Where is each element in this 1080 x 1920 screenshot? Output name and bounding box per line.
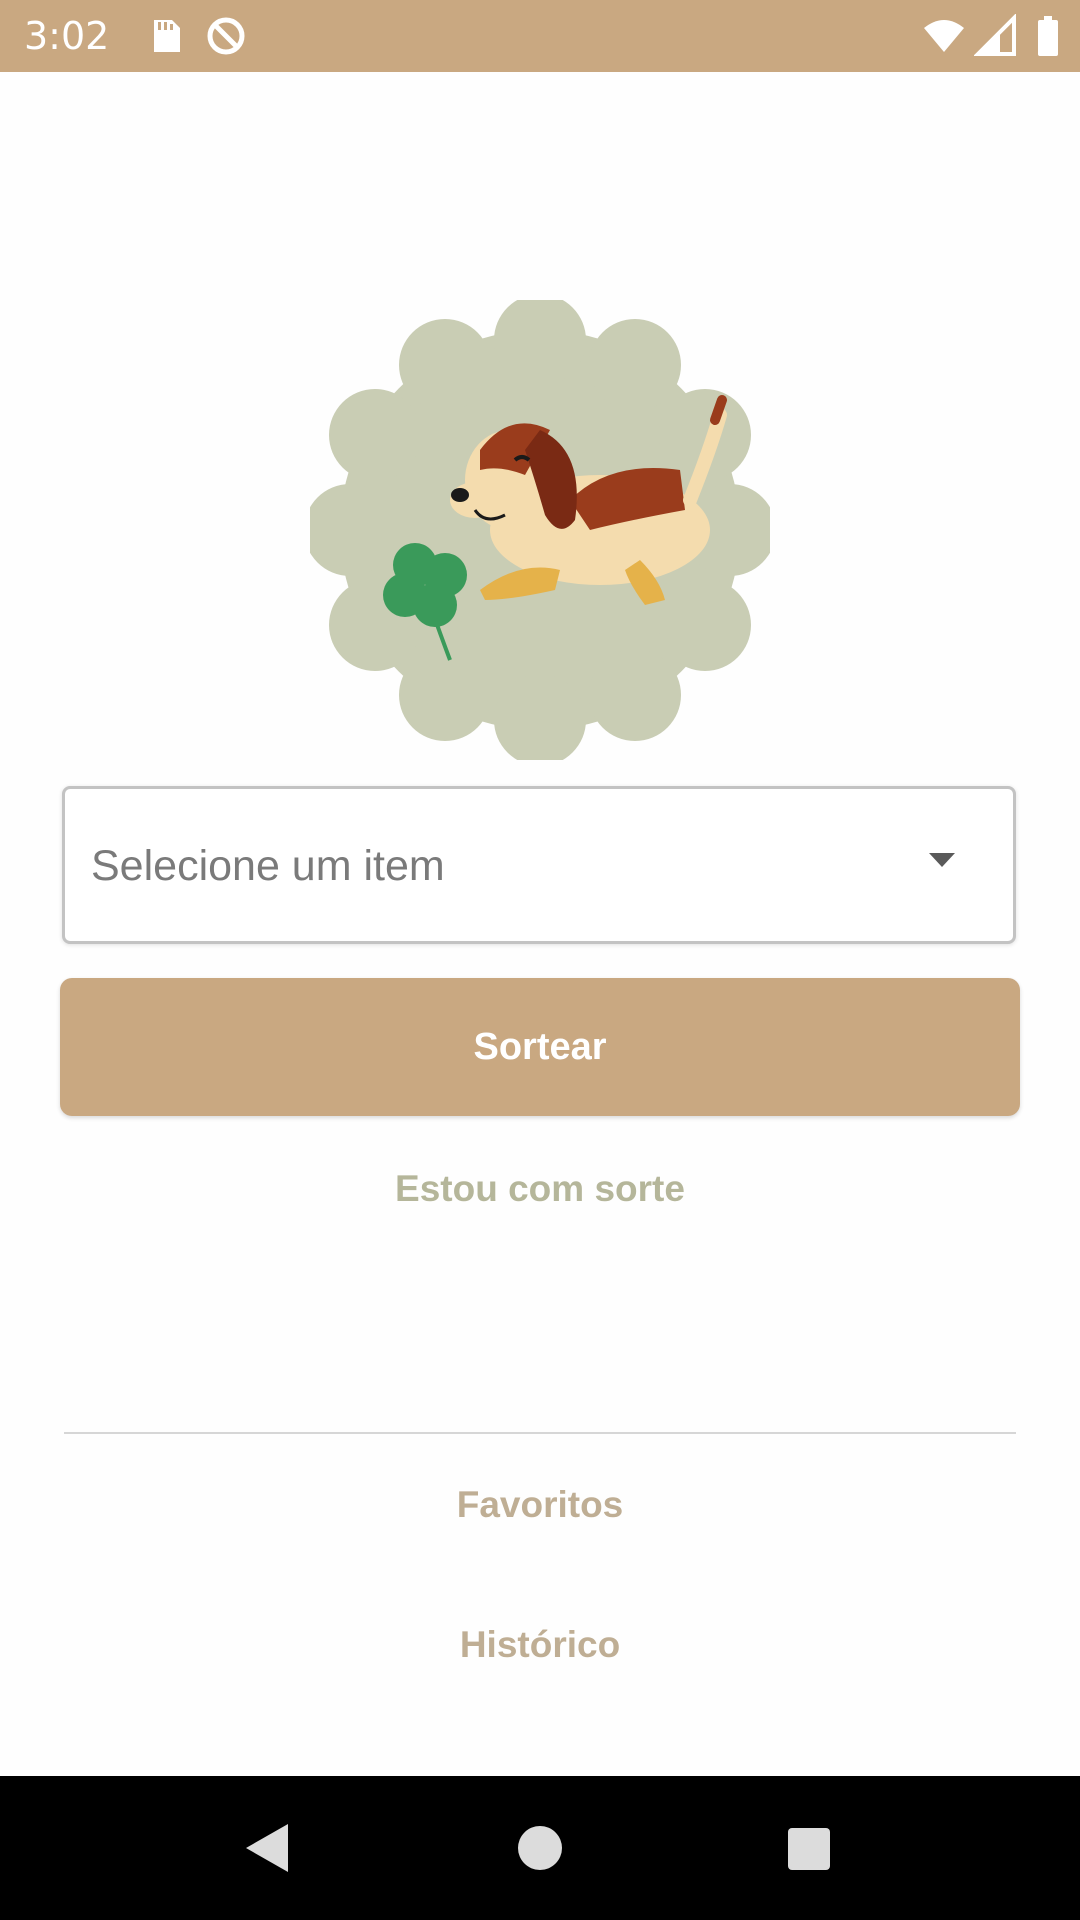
draw-button[interactable]: Sortear	[60, 978, 1020, 1116]
status-bar: 3:02	[0, 0, 1080, 72]
favorites-link[interactable]: Favoritos	[0, 1484, 1080, 1526]
draw-button-label: Sortear	[473, 1025, 607, 1068]
status-time: 3:02	[24, 14, 110, 58]
item-dropdown[interactable]: Selecione um item	[62, 786, 1016, 944]
divider	[64, 1432, 1016, 1434]
battery-icon	[1026, 14, 1070, 58]
navigation-bar	[0, 1776, 1080, 1920]
history-link[interactable]: Histórico	[0, 1624, 1080, 1666]
sd-card-icon	[144, 14, 188, 58]
recents-icon[interactable]	[788, 1828, 830, 1870]
wifi-icon	[922, 14, 966, 58]
no-sync-icon	[204, 14, 248, 58]
app-logo	[304, 294, 776, 766]
app-screen: 3:02 Selecione um item Sortear Estou com…	[0, 0, 1080, 1920]
chevron-down-icon	[929, 853, 955, 867]
home-icon[interactable]	[518, 1826, 562, 1870]
back-icon[interactable]	[246, 1824, 288, 1872]
signal-icon	[973, 13, 1018, 58]
lucky-link[interactable]: Estou com sorte	[0, 1168, 1080, 1210]
dropdown-placeholder: Selecione um item	[91, 842, 445, 890]
